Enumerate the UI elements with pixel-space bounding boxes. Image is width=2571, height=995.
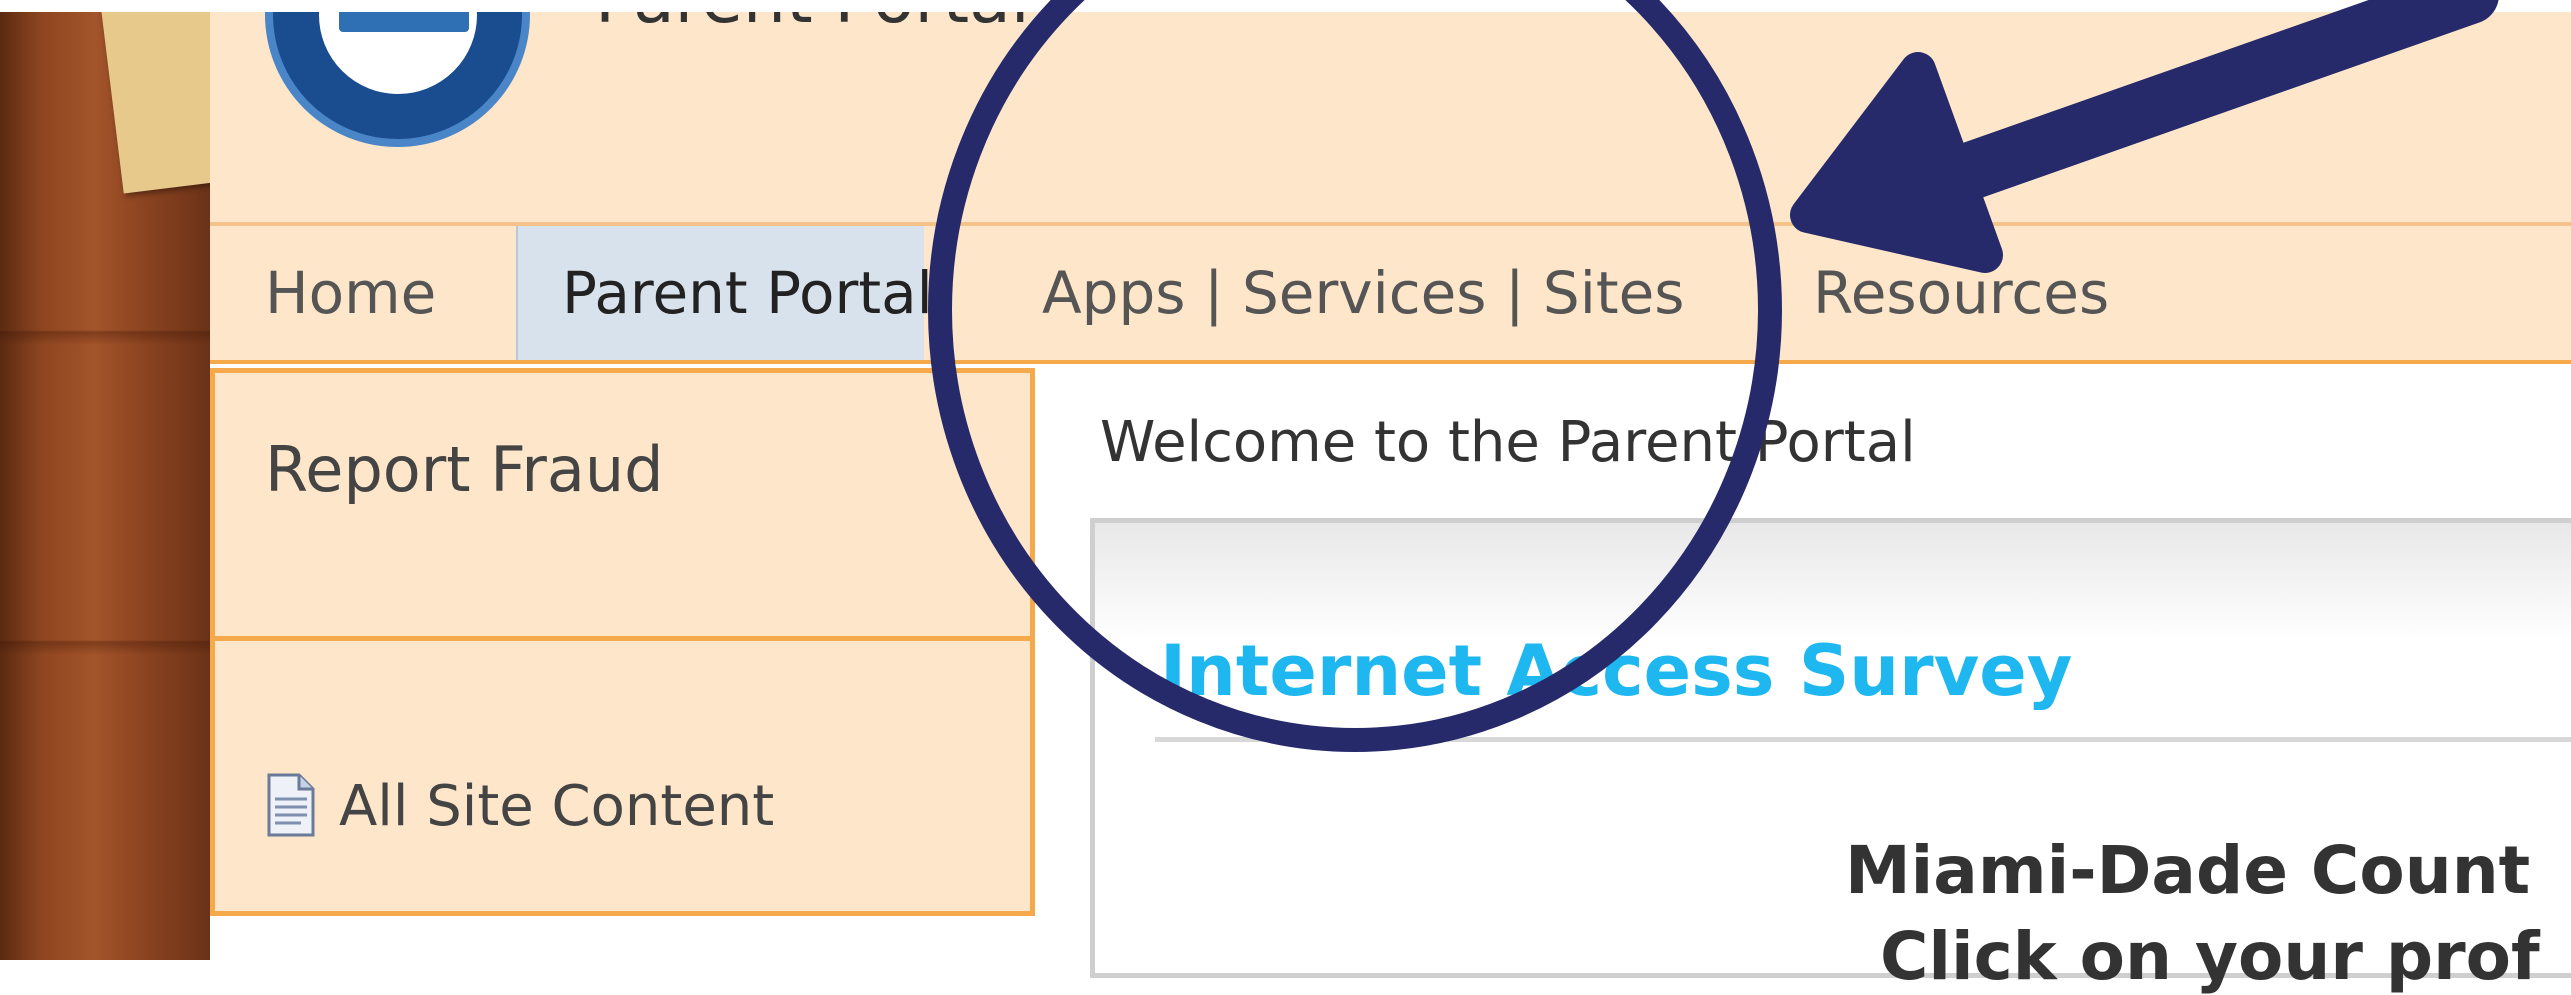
top-navigation: Home Parent Portal Apps | Services | Sit… [210, 222, 2571, 364]
internet-access-survey-link[interactable]: Internet Access Survey [1160, 630, 2072, 712]
title-divider [1155, 737, 2571, 742]
all-site-content-label: All Site Content [339, 773, 775, 839]
quick-launch: Report Fraud All Site Content [210, 368, 1035, 916]
nav-resources[interactable]: Resources [1813, 226, 2109, 360]
site-header [210, 12, 2571, 222]
all-site-content-link[interactable]: All Site Content [265, 773, 774, 839]
quick-launch-divider [215, 636, 1030, 641]
document-icon [265, 773, 317, 839]
web-part-box [1090, 518, 2571, 978]
nav-home[interactable]: Home [265, 226, 436, 360]
report-fraud-link[interactable]: Report Fraud [265, 433, 664, 506]
body-heading-line-2: Click on your prof [1880, 918, 2540, 995]
nav-parent-portal[interactable]: Parent Portal [516, 226, 933, 360]
page-welcome-text: Welcome to the Parent Portal [1100, 410, 1916, 475]
nav-apps-services-sites[interactable]: Apps | Services | Sites [1042, 226, 1685, 360]
logo-seal [313, 0, 483, 100]
body-heading-line-1: Miami-Dade Count [1845, 832, 2531, 909]
top-crop-strip [0, 0, 2571, 12]
